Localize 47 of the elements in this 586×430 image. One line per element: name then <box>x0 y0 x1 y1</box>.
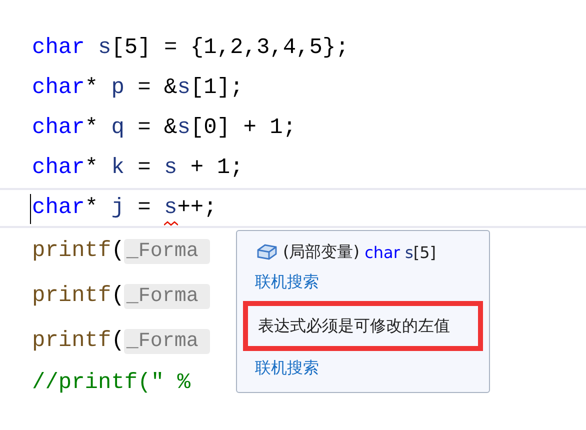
code-text: ( <box>111 238 124 263</box>
keyword: char <box>32 155 85 180</box>
function-name: printf <box>32 328 112 353</box>
code-text: * <box>84 195 98 220</box>
code-text: = <box>136 155 152 180</box>
code-text: = <box>136 195 152 220</box>
identifier: s <box>177 75 190 100</box>
signature-text: (局部变量) <box>283 242 360 262</box>
code-text: * <box>84 115 98 140</box>
code-text: ( <box>111 283 124 308</box>
parameter-hint: _Forma <box>124 284 210 309</box>
text-cursor <box>30 194 31 224</box>
code-text: [0] + 1; <box>190 115 296 140</box>
code-text: ( <box>111 328 124 353</box>
identifier: s <box>177 115 190 140</box>
signature-text: s <box>404 242 414 262</box>
parameter-hint: _Forma <box>124 239 210 264</box>
code-text: [5] = {1,2,3,4,5}; <box>111 35 349 60</box>
code-comment: //printf(" % <box>32 370 190 395</box>
function-name: printf <box>32 238 112 263</box>
online-search-link[interactable]: 联机搜索 <box>243 267 483 297</box>
identifier: q <box>110 115 124 140</box>
code-text: * <box>84 75 98 100</box>
identifier: s <box>164 155 178 180</box>
code-text: ++; <box>177 195 217 220</box>
code-text: = & <box>136 75 178 100</box>
identifier: k <box>110 155 124 180</box>
error-identifier: s <box>164 195 178 220</box>
code-text: = & <box>136 115 178 140</box>
identifier: p <box>110 75 124 100</box>
error-message: 表达式必须是可修改的左值 <box>243 301 483 351</box>
keyword: char <box>32 35 85 60</box>
function-name: printf <box>32 283 112 308</box>
identifier: j <box>110 195 124 220</box>
keyword: char <box>32 195 85 220</box>
signature-text: char <box>364 242 400 262</box>
identifier: s <box>97 35 112 60</box>
code-text: [1]; <box>190 75 244 100</box>
online-search-link[interactable]: 联机搜索 <box>243 353 483 383</box>
keyword: char <box>32 115 85 140</box>
code-text: + 1; <box>189 155 244 180</box>
code-text: * <box>84 155 98 180</box>
signature-text: [5] <box>413 242 436 262</box>
parameter-hint: _Forma <box>124 329 210 354</box>
keyword: char <box>32 75 85 100</box>
error-squiggle-icon <box>164 221 178 226</box>
cube-icon <box>257 243 277 261</box>
